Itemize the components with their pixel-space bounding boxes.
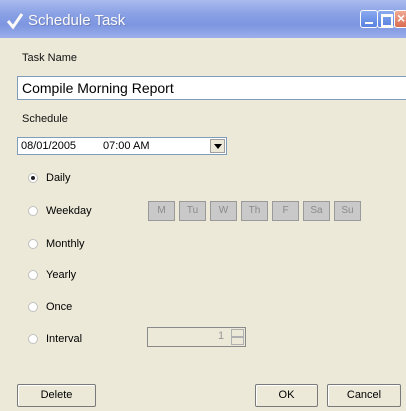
radio-unselected-icon bbox=[28, 334, 38, 344]
chevron-down-icon bbox=[214, 144, 222, 149]
day-button-f[interactable]: F bbox=[272, 201, 299, 221]
minimize-icon bbox=[365, 22, 373, 24]
stepper-down-icon[interactable] bbox=[231, 337, 244, 345]
interval-value: 1 bbox=[218, 330, 225, 342]
task-name-input[interactable]: Compile Morning Report bbox=[17, 76, 406, 100]
schedule-time: 07:00 AM bbox=[103, 140, 150, 152]
window-title: Schedule Task bbox=[28, 12, 126, 29]
weekday-buttons: M Tu W Th F Sa Su bbox=[148, 201, 365, 221]
minimize-button[interactable] bbox=[360, 10, 378, 28]
radio-unselected-icon bbox=[28, 302, 38, 312]
radio-weekday-label: Weekday bbox=[46, 205, 92, 217]
delete-button[interactable]: Delete bbox=[17, 384, 96, 407]
radio-yearly-label: Yearly bbox=[46, 269, 77, 281]
day-button-th[interactable]: Th bbox=[241, 201, 268, 221]
close-icon: × bbox=[397, 10, 406, 26]
day-button-sa[interactable]: Sa bbox=[303, 201, 330, 221]
ok-button[interactable]: OK bbox=[255, 384, 318, 407]
schedule-date: 08/01/2005 bbox=[21, 140, 77, 152]
interval-stepper[interactable]: 1 bbox=[147, 327, 246, 347]
close-button[interactable]: × bbox=[394, 10, 406, 28]
maximize-button[interactable] bbox=[377, 10, 395, 28]
day-button-tu[interactable]: Tu bbox=[179, 201, 206, 221]
radio-unselected-icon bbox=[28, 206, 38, 216]
radio-once-label: Once bbox=[46, 301, 73, 313]
cancel-button[interactable]: Cancel bbox=[327, 384, 401, 407]
day-button-su[interactable]: Su bbox=[334, 201, 361, 221]
title-bar[interactable]: Schedule Task × bbox=[0, 0, 406, 38]
task-name-label: Task Name bbox=[22, 52, 78, 64]
schedule-task-window: Schedule Task × Task Name Compile Mornin… bbox=[0, 0, 406, 411]
radio-interval-label: Interval bbox=[46, 333, 83, 345]
schedule-datetime-picker[interactable]: 08/01/2005 07:00 AM bbox=[17, 137, 227, 155]
radio-unselected-icon bbox=[28, 239, 38, 249]
radio-daily-label: Daily bbox=[46, 172, 71, 184]
schedule-dropdown-button[interactable] bbox=[210, 139, 225, 153]
radio-selected-icon bbox=[28, 173, 38, 183]
schedule-label: Schedule bbox=[22, 113, 68, 125]
day-button-w[interactable]: W bbox=[210, 201, 237, 221]
radio-unselected-icon bbox=[28, 270, 38, 280]
maximize-icon bbox=[381, 14, 393, 27]
radio-monthly-label: Monthly bbox=[46, 238, 85, 250]
checkmark-icon bbox=[6, 13, 24, 30]
stepper-up-icon[interactable] bbox=[231, 329, 244, 337]
day-button-m[interactable]: M bbox=[148, 201, 175, 221]
